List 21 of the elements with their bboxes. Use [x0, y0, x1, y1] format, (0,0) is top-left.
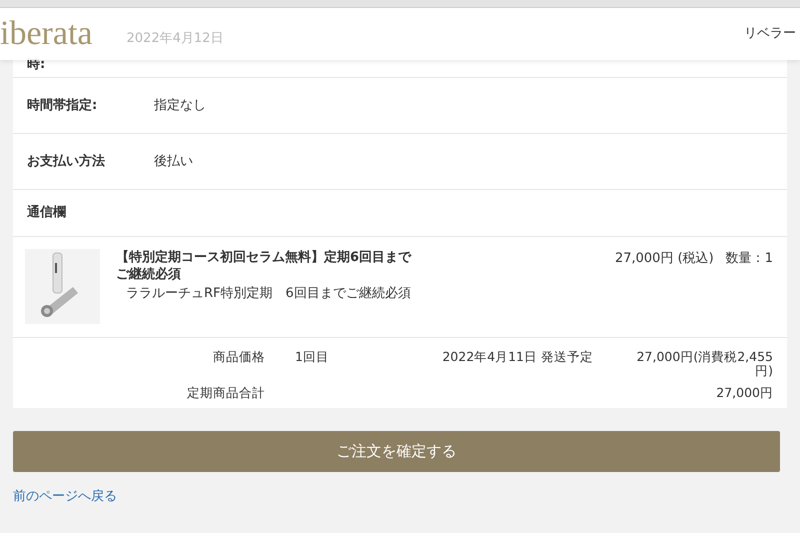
price-with-tax: 27,000円(消費税2,455円): [636, 350, 773, 380]
total-label: 定期商品合計: [186, 386, 266, 402]
back-link[interactable]: 前のページへ戻る: [13, 487, 117, 506]
row-value: 指定なし: [154, 96, 206, 115]
confirm-order-button[interactable]: ご注文を確定する: [13, 431, 780, 472]
row-label: 時:: [27, 56, 46, 74]
ship-date: 2022年4月11日 発送予定: [441, 350, 593, 366]
site-name[interactable]: リベラー: [744, 24, 796, 44]
product-price: 27,000円 (税込): [614, 250, 714, 268]
price-label: 商品価格: [212, 350, 266, 366]
row-label: 通信欄: [27, 204, 67, 222]
product-title: 【特別定期コース初回セラム無料】定期6回目までご継続必須: [116, 249, 412, 283]
product-subtitle: ララルーチュRF特別定期 6回目までご継続必須: [126, 285, 412, 302]
row-label: お支払い方法: [27, 152, 106, 171]
delivery-round: 1回目: [294, 350, 330, 366]
product-quantity: 数量：1: [726, 250, 773, 268]
faded-date: 2022年4月12日: [126, 30, 224, 48]
total-price: 27,000円: [715, 386, 773, 402]
site-logo[interactable]: iberata: [0, 17, 92, 51]
row-label: 時間帯指定:: [27, 96, 98, 115]
row-value: 後払い: [154, 152, 193, 171]
